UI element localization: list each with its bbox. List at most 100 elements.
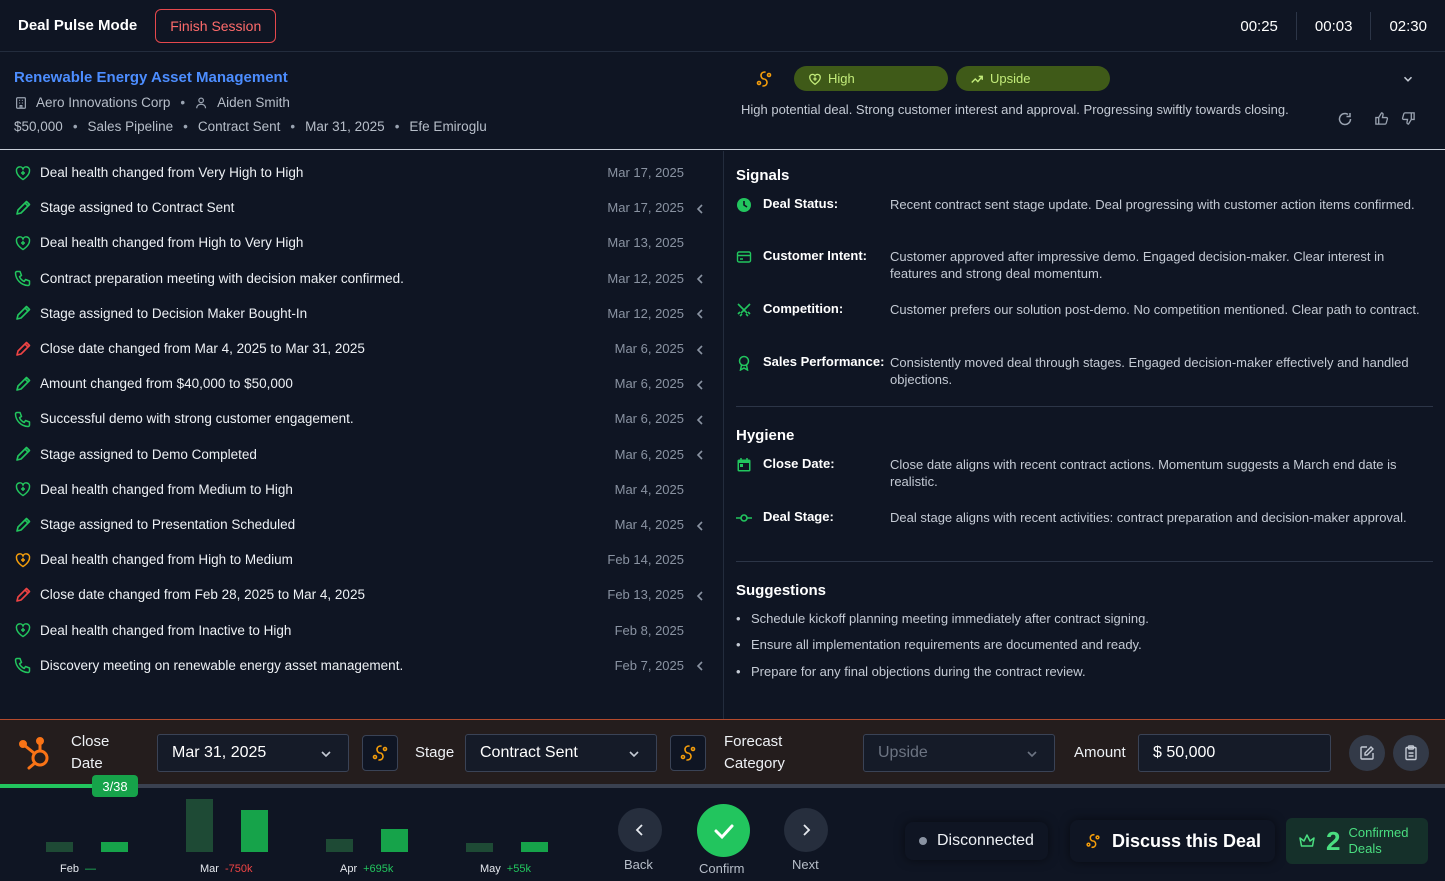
stage-select[interactable]: Contract Sent [465, 734, 657, 772]
refresh-icon[interactable] [1337, 111, 1353, 127]
chevron-left-icon[interactable] [694, 202, 706, 214]
clipboard-icon [1405, 745, 1417, 761]
timeline-row[interactable]: Close date changed from Mar 4, 2025 to M… [0, 331, 724, 366]
timer-deal: 00:03 [1295, 12, 1371, 40]
chart-data-label: — [84, 863, 96, 875]
heart-icon [809, 73, 821, 85]
chevron-left-icon[interactable] [694, 378, 706, 390]
amount-input[interactable]: $ 50,000 [1138, 734, 1331, 772]
timeline-date: Mar 12, 2025 [607, 305, 684, 321]
hygiene-label: Close Date: [763, 456, 835, 471]
chevron-left-icon[interactable] [694, 272, 706, 284]
deal-pipeline: Sales Pipeline [87, 119, 174, 134]
timeline-date: Mar 12, 2025 [607, 270, 684, 286]
back-button[interactable] [618, 808, 662, 852]
section-divider [736, 406, 1433, 407]
timeline-row[interactable]: Contract preparation meeting with decisi… [0, 261, 724, 296]
timeline-row: Deal health changed from High to Very Hi… [0, 225, 724, 260]
next-button[interactable] [784, 808, 828, 852]
timeline-date: Mar 17, 2025 [607, 200, 684, 216]
commit-icon [736, 514, 752, 522]
deal-contact: Efe Emiroglu [409, 119, 487, 134]
pencil-icon [14, 375, 32, 393]
pulse-logo-icon [680, 745, 696, 761]
forecast-badge: Upside [956, 66, 1110, 91]
timer-total: 00:25 [1240, 17, 1278, 35]
open-external-button[interactable] [1349, 735, 1385, 771]
chevron-left-icon[interactable] [694, 307, 706, 319]
suggestion-item: • Ensure all implementation requirements … [736, 637, 1142, 652]
deal-amount: $50,000 [14, 119, 63, 134]
chart-bar-may-2 [521, 842, 548, 852]
forecast-label: Forecast Category [724, 733, 785, 772]
timeline-row[interactable]: Discovery meeting on renewable energy as… [0, 648, 724, 683]
timeline-row[interactable]: Stage assigned to Demo Completed Mar 6, 2… [0, 437, 724, 472]
chevron-left-icon[interactable] [694, 659, 706, 671]
calendar-icon [737, 458, 751, 472]
chevron-left-icon [635, 824, 643, 836]
chevron-left-icon[interactable] [694, 589, 706, 601]
timeline-date: Feb 14, 2025 [607, 552, 684, 568]
timeline-row[interactable]: Stage assigned to Contract Sent Mar 17, 2… [0, 190, 724, 225]
chevron-left-icon[interactable] [694, 413, 706, 425]
chart-tick-label: Mar -750k [200, 863, 252, 875]
discuss-deal-button[interactable]: Discuss this Deal [1070, 820, 1276, 862]
chart-bar-feb-2 [101, 842, 128, 852]
timeline-date: Mar 6, 2025 [614, 341, 684, 356]
chart-bar-apr-2 [381, 828, 408, 852]
chevron-down-icon [321, 751, 331, 758]
deal-close-date: Mar 31, 2025 [305, 119, 385, 134]
thumbs-down-icon[interactable] [1401, 111, 1416, 126]
clock-icon [737, 198, 751, 212]
chevron-down-icon[interactable] [1401, 72, 1415, 86]
thumbs-up-icon[interactable] [1374, 111, 1389, 126]
separator-dot: • [394, 119, 400, 134]
heart-icon [14, 621, 32, 639]
timeline-row[interactable]: Stage assigned to Presentation Scheduled… [0, 507, 724, 542]
owner-name: Aiden Smith [217, 95, 290, 110]
chevron-left-icon[interactable] [694, 448, 706, 460]
chevron-left-icon[interactable] [694, 519, 706, 531]
signal-label: Competition: [763, 301, 844, 316]
timers: 00:25 00:03 02:30 [1222, 0, 1445, 52]
timeline-row[interactable]: Stage assigned to Decision Maker Bought-… [0, 296, 724, 331]
timeline-text: Deal health changed from High to Very Hi… [40, 235, 304, 251]
timeline-row[interactable]: Close date changed from Feb 28, 2025 to … [0, 577, 724, 612]
top-bar: Deal Pulse Mode Finish Session 00:25 00:… [0, 0, 1445, 52]
connection-status: Disconnected [905, 822, 1048, 860]
stage-label: Stage [415, 744, 455, 761]
timeline-row: Deal health changed from Inactive to Hig… [0, 613, 724, 648]
timeline-text: Stage assigned to Presentation Scheduled [40, 517, 296, 532]
suggestions-title: Suggestions [736, 582, 827, 599]
signals-title: Signals [736, 167, 790, 184]
month-label: Apr [340, 863, 358, 875]
user-icon [196, 96, 207, 108]
confirm-button[interactable] [697, 804, 750, 857]
close-date-select[interactable]: Mar 31, 2025 [157, 734, 349, 772]
chevron-left-icon[interactable] [694, 343, 706, 355]
signal-text: Customer approved after impressive demo.… [890, 249, 1385, 281]
hygiene-title: Hygiene [736, 427, 795, 444]
timeline-text: Deal health changed from Inactive to Hig… [40, 622, 292, 638]
timeline-row[interactable]: Successful demo with strong customer eng… [0, 401, 724, 436]
pulse-logo-icon [1086, 833, 1100, 849]
confirm-label: Confirm [699, 861, 745, 876]
suggestion-text: Prepare for any final objections during … [751, 664, 1086, 679]
confirmed-deals-counter: 2 Confirmed Deals [1286, 818, 1428, 864]
finish-session-button[interactable]: Finish Session [155, 8, 277, 43]
separator-dot: • [72, 119, 78, 134]
month-label: Mar [200, 863, 219, 875]
forecast-ai-button[interactable] [670, 735, 706, 771]
timeline-date: Mar 6, 2025 [614, 446, 684, 462]
signal-text: Recent contract sent stage update. Deal … [890, 197, 1415, 212]
chart-bar-mar-2 [241, 809, 268, 852]
timeline-text: Amount changed from $40,000 to $50,000 [40, 376, 293, 392]
connection-status-text: Disconnected [937, 832, 1034, 849]
company-name: Aero Innovations Corp [36, 95, 171, 110]
deal-title[interactable]: Renewable Energy Asset Management [14, 69, 288, 86]
timeline-row[interactable]: Amount changed from $40,000 to $50,000 Ma… [0, 366, 724, 401]
forecast-value: Upside [878, 744, 928, 761]
forecast-select[interactable]: Upside [863, 734, 1055, 772]
notes-button[interactable] [1393, 735, 1429, 771]
stage-ai-button[interactable] [362, 735, 398, 771]
